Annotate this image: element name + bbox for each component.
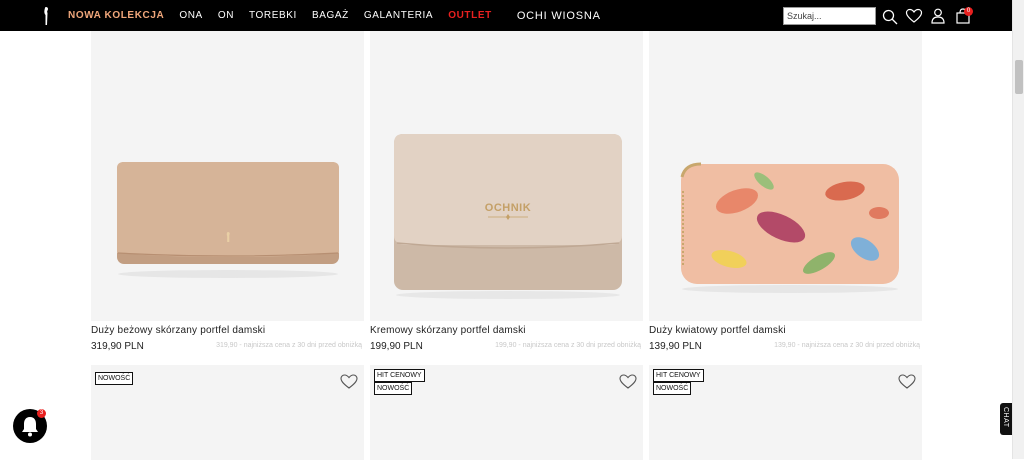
- nav-nowa-kolekcja[interactable]: NOWA KOLEKCJA: [68, 10, 164, 21]
- lowest-price-note: 199,90 - najniższa cena z 30 dni przed o…: [495, 342, 641, 349]
- heart-icon[interactable]: [905, 7, 923, 25]
- cart-count-badge: 0: [964, 7, 973, 16]
- nav-on[interactable]: ON: [218, 10, 234, 21]
- product-image-row2[interactable]: NOWOŚĆ: [91, 365, 364, 460]
- scrollbar-thumb[interactable]: [1015, 60, 1023, 94]
- product-price: 139,90 PLN: [649, 341, 702, 352]
- search-input[interactable]: [783, 7, 876, 25]
- logo-figure-icon[interactable]: [40, 6, 52, 26]
- product-image-row2[interactable]: HIT CENOWY NOWOŚĆ: [370, 365, 643, 460]
- wishlist-heart-icon[interactable]: [340, 373, 358, 389]
- product-name[interactable]: Duży kwiatowy portfel damski: [649, 325, 786, 336]
- cream-wallet-illustration: OCHNIK: [394, 134, 622, 299]
- wishlist-heart-icon[interactable]: [898, 373, 916, 389]
- beige-wallet-illustration: [117, 162, 339, 278]
- brand-text: OCHNIK: [485, 202, 531, 214]
- new-badge: NOWOŚĆ: [653, 382, 692, 395]
- nav-outlet[interactable]: OUTLET: [448, 10, 492, 21]
- nav-ochi-wiosna[interactable]: OCHI WIOSNA: [517, 10, 601, 22]
- product-card[interactable]: OCHNIK Kremowy skórzany portfel damski 1…: [370, 31, 643, 361]
- nav-ona[interactable]: ONA: [179, 10, 202, 21]
- lowest-price-note: 139,90 - najniższa cena z 30 dni przed o…: [774, 342, 920, 349]
- floral-wallet-illustration: [680, 162, 899, 293]
- notification-count-badge: 3: [37, 409, 46, 418]
- product-card[interactable]: Duży kwiatowy portfel damski 139,90 PLN …: [649, 31, 922, 361]
- product-image[interactable]: OCHNIK: [370, 31, 643, 321]
- product-price: 199,90 PLN: [370, 341, 423, 352]
- lowest-price-note: 319,90 - najniższa cena z 30 dni przed o…: [216, 342, 362, 349]
- product-price: 319,90 PLN: [91, 341, 144, 352]
- nav-galanteria[interactable]: GALANTERIA: [364, 10, 433, 21]
- main-nav: NOWA KOLEKCJA ONA ON TOREBKI BAGAŻ GALAN…: [68, 0, 616, 31]
- product-name[interactable]: Duży beżowy skórzany portfel damski: [91, 325, 265, 336]
- nav-torebki[interactable]: TOREBKI: [249, 10, 297, 21]
- product-image[interactable]: [649, 31, 922, 321]
- page-scrollbar[interactable]: [1012, 0, 1024, 459]
- price-hit-badge: HIT CENOWY: [653, 369, 704, 382]
- product-image[interactable]: [91, 31, 364, 321]
- user-icon[interactable]: [929, 7, 947, 25]
- product-card[interactable]: Duży beżowy skórzany portfel damski 319,…: [91, 31, 364, 361]
- new-badge: NOWOŚĆ: [374, 382, 413, 395]
- product-image-row2[interactable]: HIT CENOWY NOWOŚĆ: [649, 365, 922, 460]
- wishlist-heart-icon[interactable]: [619, 373, 637, 389]
- price-hit-badge: HIT CENOWY: [374, 369, 425, 382]
- top-navigation-bar: NOWA KOLEKCJA ONA ON TOREBKI BAGAŻ GALAN…: [0, 0, 1012, 31]
- search-icon[interactable]: [881, 8, 899, 26]
- product-name[interactable]: Kremowy skórzany portfel damski: [370, 325, 526, 336]
- new-badge: NOWOŚĆ: [95, 372, 134, 385]
- chat-label: CHAT: [1002, 407, 1009, 428]
- nav-bagaz[interactable]: BAGAŻ: [312, 10, 349, 21]
